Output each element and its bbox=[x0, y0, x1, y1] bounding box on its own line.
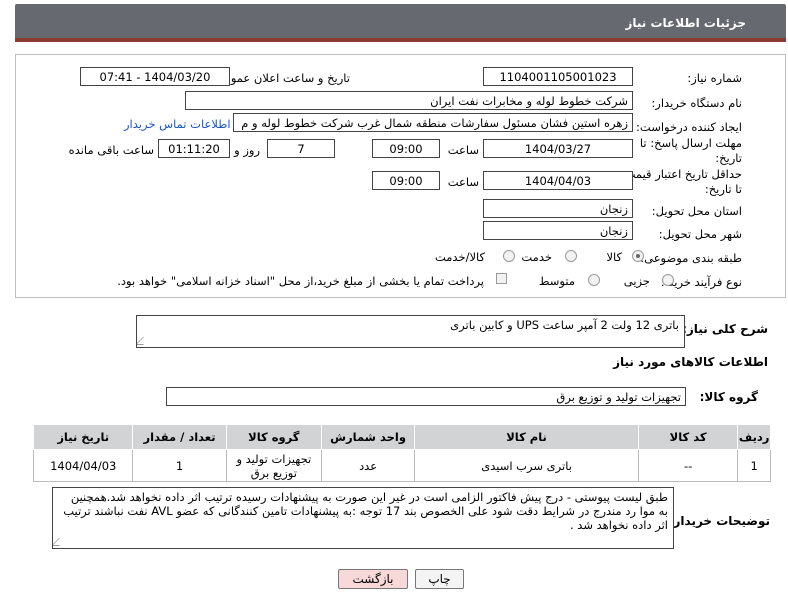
announce-date-label: تاریخ و ساعت اعلان عمومی: bbox=[211, 71, 350, 85]
back-button[interactable]: بازگشت bbox=[338, 569, 408, 589]
need-number-field: 1104001105001023 bbox=[483, 67, 633, 86]
reply-time-field: 09:00 bbox=[372, 139, 440, 158]
city-field: زنجان bbox=[483, 221, 633, 240]
category-option-service: خدمت bbox=[521, 250, 552, 264]
category-radio-service[interactable] bbox=[565, 250, 577, 262]
province-label: استان محل تحویل: bbox=[651, 204, 742, 218]
category-option-goods: کالا bbox=[606, 250, 622, 264]
price-date-field: 1404/04/03 bbox=[483, 171, 633, 190]
col-qty: تعداد / مقدار bbox=[132, 424, 227, 450]
creator-label: ایجاد کننده درخواست: bbox=[636, 120, 742, 134]
cell-name: باتری سرب اسیدی bbox=[414, 449, 639, 482]
price-time-field: 09:00 bbox=[372, 171, 440, 190]
remaining-time-label: ساعت باقی مانده bbox=[68, 143, 154, 157]
buyer-contact-link[interactable]: اطلاعات تماس خریدار bbox=[124, 117, 231, 131]
col-group: گروه کالا bbox=[225, 424, 322, 450]
process-radio-medium[interactable] bbox=[588, 274, 600, 286]
remaining-time-field: 01:11:20 bbox=[158, 139, 230, 158]
category-radio-goods-service[interactable] bbox=[503, 250, 515, 262]
cell-unit: عدد bbox=[320, 449, 416, 482]
price-time-label: ساعت bbox=[447, 175, 479, 189]
category-label: طبقه بندی موضوعی: bbox=[640, 251, 742, 265]
col-code: کد کالا bbox=[637, 424, 739, 450]
price-validity-label-2: تا تاریخ: bbox=[704, 182, 742, 196]
col-unit: واحد شمارش bbox=[320, 424, 416, 450]
buyer-notes-text: طبق لیست پیوستی - درج پیش فاکتور الزامی … bbox=[63, 490, 668, 532]
price-validity-label: حداقل تاریخ اعتبار قیمت: bbox=[620, 167, 742, 181]
reply-date-field: 1404/03/27 bbox=[483, 139, 633, 158]
cell-date: 1404/04/03 bbox=[32, 449, 134, 482]
col-name: نام کالا bbox=[414, 424, 639, 450]
header-accent-band bbox=[15, 38, 786, 42]
cell-group: تجهیزات تولید و توزیع برق bbox=[225, 449, 322, 482]
announce-date-field: 1404/03/20 - 07:41 bbox=[80, 67, 230, 86]
cell-row: 1 bbox=[737, 449, 771, 482]
table-row: 1 -- باتری سرب اسیدی عدد تجهیزات تولید و… bbox=[32, 449, 771, 482]
table-header-row: ردیف کد کالا نام کالا واحد شمارش گروه کا… bbox=[32, 424, 771, 450]
description-label: شرح کلی نیاز: bbox=[682, 322, 768, 336]
category-radio-goods[interactable] bbox=[632, 250, 644, 262]
goods-info-title: اطلاعات کالاهای مورد نیاز bbox=[613, 355, 768, 369]
goods-group-label: گروه کالا: bbox=[699, 390, 758, 404]
reply-time-label: ساعت bbox=[447, 143, 479, 157]
goods-table: ردیف کد کالا نام کالا واحد شمارش گروه کا… bbox=[32, 424, 771, 482]
print-button[interactable]: چاپ bbox=[415, 569, 464, 589]
city-label: شهر محل تحویل: bbox=[658, 227, 742, 241]
days-label: روز و bbox=[234, 143, 260, 157]
reply-deadline-label: مهلت ارسال پاسخ: تا bbox=[639, 136, 742, 150]
remaining-days-field: 7 bbox=[267, 139, 335, 158]
treasury-payment-note: پرداخت تمام یا بخشی از مبلغ خرید،از محل … bbox=[117, 274, 484, 288]
goods-group-field: تجهیزات تولید و توزیع برق bbox=[166, 387, 686, 406]
cell-code: -- bbox=[637, 449, 739, 482]
creator-field: زهره استین فشان مسئول سفارشات منطقه شمال… bbox=[233, 113, 633, 132]
buyer-org-field: شرکت خطوط لوله و مخابرات نفت ایران bbox=[185, 91, 633, 110]
cell-qty: 1 bbox=[132, 449, 227, 482]
process-radio-minor[interactable] bbox=[662, 274, 674, 286]
buyer-org-label: نام دستگاه خریدار: bbox=[651, 96, 742, 110]
process-option-minor: جزیی bbox=[623, 274, 650, 288]
category-option-goods-service: کالا/خدمت bbox=[434, 250, 485, 264]
resize-grip-icon[interactable] bbox=[137, 337, 151, 345]
province-field: زنجان bbox=[483, 199, 633, 218]
col-date: تاریخ نیاز bbox=[32, 424, 134, 450]
col-row: ردیف bbox=[737, 424, 771, 450]
buyer-notes-label: توضیحات خریدار: bbox=[668, 514, 770, 528]
buyer-notes-field: طبق لیست پیوستی - درج پیش فاکتور الزامی … bbox=[52, 487, 674, 549]
need-number-label: شماره نیاز: bbox=[687, 71, 742, 85]
reply-deadline-label-2: تاریخ: bbox=[715, 151, 742, 165]
page-header: جزئیات اطلاعات نیاز bbox=[15, 4, 786, 42]
description-text: باتری 12 ولت 2 آمپر ساعت UPS و کابین بات… bbox=[450, 318, 679, 332]
resize-grip-icon[interactable] bbox=[53, 538, 67, 546]
page-title: جزئیات اطلاعات نیاز bbox=[625, 16, 746, 30]
description-field: باتری 12 ولت 2 آمپر ساعت UPS و کابین بات… bbox=[136, 315, 685, 348]
process-option-medium: متوسط bbox=[538, 274, 575, 288]
treasury-payment-checkbox[interactable] bbox=[496, 273, 507, 284]
